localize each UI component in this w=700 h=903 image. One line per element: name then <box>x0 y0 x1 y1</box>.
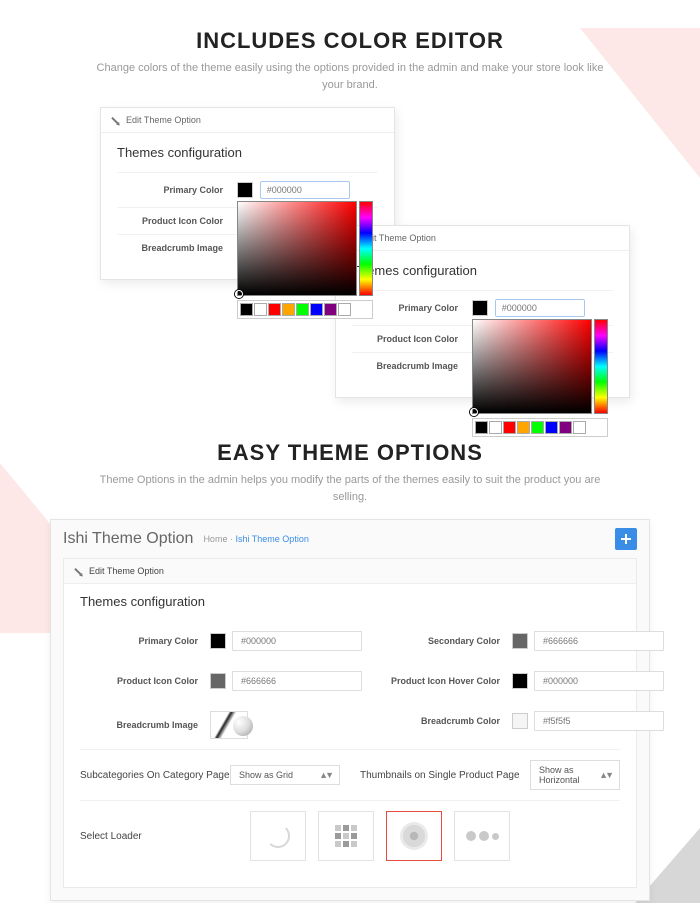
config-title: Themes configuration <box>80 594 620 609</box>
subcategories-value: Show as Grid <box>239 770 293 780</box>
breadcrumb-image-label: Breadcrumb Image <box>352 361 472 371</box>
product-icon-color-label: Product Icon Color <box>80 676 210 686</box>
product-icon-color-label: Product Icon Color <box>352 334 472 344</box>
swatch-blue[interactable] <box>545 421 558 434</box>
swatch-green[interactable] <box>531 421 544 434</box>
swatch-black[interactable] <box>240 303 253 316</box>
arc-icon <box>266 824 290 848</box>
ishi-theme-option-panel: Ishi Theme Option Home · Ishi Theme Opti… <box>50 519 650 901</box>
color-picker-swatches <box>472 418 608 437</box>
thumbnails-value: Show as Horizontal <box>539 765 599 785</box>
product-icon-hover-color-input[interactable]: #000000 <box>534 671 664 691</box>
swatch-white[interactable] <box>254 303 267 316</box>
swatch-red[interactable] <box>503 421 516 434</box>
color-picker-swatches <box>237 300 373 319</box>
primary-color-input[interactable]: #000000 <box>260 181 350 199</box>
secondary-color-label: Secondary Color <box>382 636 512 646</box>
product-icon-color-swatch[interactable] <box>210 673 226 689</box>
add-button[interactable] <box>615 528 637 550</box>
panel-header: Edit Theme Option <box>64 559 636 584</box>
color-picker-sv-area[interactable] <box>237 201 357 296</box>
swatch-black[interactable] <box>475 421 488 434</box>
breadcrumb-image-thumb[interactable] <box>210 711 248 739</box>
breadcrumb-image-label: Breadcrumb Image <box>80 720 210 730</box>
swatch-purple[interactable] <box>324 303 337 316</box>
picker-cursor <box>235 290 243 298</box>
swatch-empty[interactable] <box>338 303 351 316</box>
swatch-purple[interactable] <box>559 421 572 434</box>
color-editor-panels: Edit Theme Option Themes configuration P… <box>70 107 630 412</box>
product-icon-hover-color-label: Product Icon Hover Color <box>382 676 512 686</box>
panel-header-text: Edit Theme Option <box>89 566 164 576</box>
squares-icon <box>335 825 357 847</box>
loader-option-ring[interactable] <box>386 811 442 861</box>
color-picker-hue-slider[interactable] <box>359 201 373 296</box>
breadcrumb-home[interactable]: Home <box>203 534 227 544</box>
thumbnails-select[interactable]: Show as Horizontal ▲▼ <box>530 760 620 790</box>
section-title: INCLUDES COLOR EDITOR <box>0 28 700 54</box>
pencil-icon <box>72 565 85 578</box>
swatch-orange[interactable] <box>282 303 295 316</box>
product-icon-hover-color-swatch[interactable] <box>512 673 528 689</box>
panel-header: Edit Theme Option <box>101 108 394 133</box>
primary-color-swatch[interactable] <box>237 182 253 198</box>
page-title: Ishi Theme Option <box>63 530 193 548</box>
breadcrumb-color-swatch[interactable] <box>512 713 528 729</box>
product-icon-color-input[interactable]: #666666 <box>232 671 362 691</box>
color-picker-hue-slider[interactable] <box>594 319 608 414</box>
swatch-white[interactable] <box>489 421 502 434</box>
swatch-red[interactable] <box>268 303 281 316</box>
swatch-green[interactable] <box>296 303 309 316</box>
section-title: EASY THEME OPTIONS <box>0 440 700 466</box>
primary-color-label: Primary Color <box>80 636 210 646</box>
secondary-color-swatch[interactable] <box>512 633 528 649</box>
panel-header: Edit Theme Option <box>336 226 629 251</box>
primary-color-swatch[interactable] <box>472 300 488 316</box>
updown-icon: ▲▼ <box>319 770 331 780</box>
dots-icon <box>466 831 499 841</box>
panel-header-text: Edit Theme Option <box>126 115 201 125</box>
subcategories-select[interactable]: Show as Grid ▲▼ <box>230 765 340 785</box>
ring-icon <box>400 822 428 850</box>
swatch-empty[interactable] <box>573 421 586 434</box>
color-picker[interactable] <box>237 201 373 319</box>
breadcrumb: Home · Ishi Theme Option <box>203 534 308 544</box>
loader-option-arc[interactable] <box>250 811 306 861</box>
theme-option-panel-a: Edit Theme Option Themes configuration P… <box>100 107 395 280</box>
config-title: Themes configuration <box>352 263 613 278</box>
breadcrumb-color-label: Breadcrumb Color <box>382 716 512 726</box>
section-subtitle: Change colors of the theme easily using … <box>90 60 610 93</box>
primary-color-input[interactable]: #000000 <box>495 299 585 317</box>
primary-color-input[interactable]: #000000 <box>232 631 362 651</box>
pencil-icon <box>109 114 122 127</box>
thumbnails-label: Thumbnails on Single Product Page <box>360 770 530 781</box>
breadcrumb-current[interactable]: Ishi Theme Option <box>235 534 308 544</box>
swatch-blue[interactable] <box>310 303 323 316</box>
updown-icon: ▲▼ <box>599 770 611 780</box>
section-subtitle: Theme Options in the admin helps you mod… <box>90 472 610 505</box>
primary-color-swatch[interactable] <box>210 633 226 649</box>
config-title: Themes configuration <box>117 145 378 160</box>
loader-option-dots[interactable] <box>454 811 510 861</box>
color-picker[interactable] <box>472 319 608 437</box>
breadcrumb-color-input[interactable]: #f5f5f5 <box>534 711 664 731</box>
picker-cursor <box>470 408 478 416</box>
subcategories-label: Subcategories On Category Page <box>80 770 230 781</box>
section-color-editor: INCLUDES COLOR EDITOR Change colors of t… <box>0 28 700 412</box>
color-picker-sv-area[interactable] <box>472 319 592 414</box>
swatch-orange[interactable] <box>517 421 530 434</box>
primary-color-label: Primary Color <box>117 185 237 195</box>
loader-option-squares[interactable] <box>318 811 374 861</box>
product-icon-color-label: Product Icon Color <box>117 216 237 226</box>
breadcrumb-image-label: Breadcrumb Image <box>117 243 237 253</box>
section-theme-options: EASY THEME OPTIONS Theme Options in the … <box>0 440 700 901</box>
theme-option-panel-b: Edit Theme Option Themes configuration P… <box>335 225 630 398</box>
secondary-color-input[interactable]: #666666 <box>534 631 664 651</box>
select-loader-label: Select Loader <box>80 831 230 842</box>
